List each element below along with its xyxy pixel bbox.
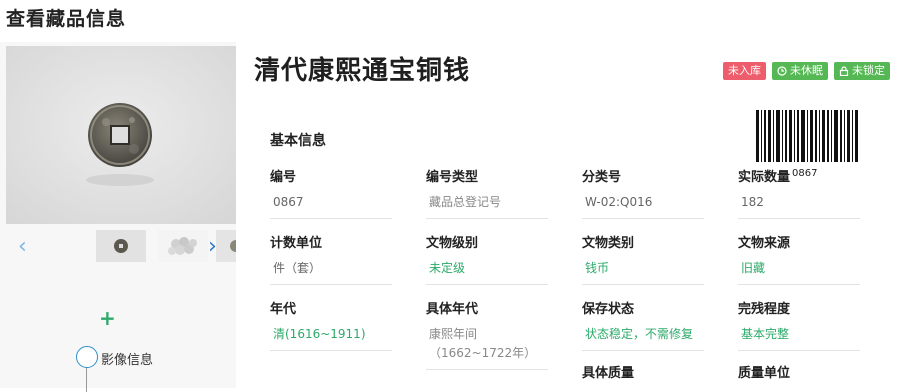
- field-value: 钱币: [582, 261, 704, 285]
- left-panel: ‹ › + 影像信息: [0, 42, 236, 392]
- field-label: 质量单位: [738, 366, 791, 381]
- page-title: 查看藏品信息: [6, 8, 127, 30]
- field-label: 编号: [270, 170, 297, 185]
- timeline-line: [86, 368, 87, 392]
- badge-label: 未休眠: [790, 64, 823, 77]
- badge-label: 未入库: [728, 64, 761, 77]
- field-completeness: 完残程度 基本完整: [738, 298, 860, 351]
- field-label: 年代: [270, 302, 297, 317]
- field-value: 旧藏: [738, 261, 860, 285]
- item-title: 清代康熙通宝铜钱: [254, 56, 471, 86]
- badge-label: 未锁定: [852, 64, 885, 77]
- thumbnail[interactable]: [158, 230, 208, 262]
- field-preservation: 保存状态 状态稳定，不需修复: [582, 298, 704, 351]
- clock-icon: [777, 66, 787, 76]
- field-value: 件（套）: [270, 261, 392, 285]
- field-value: 0867: [270, 195, 392, 219]
- field-label: 具体质量: [582, 366, 635, 381]
- coin-thumbnail-image: [216, 230, 236, 262]
- main-photo[interactable]: [6, 46, 236, 224]
- field-label: 保存状态: [582, 302, 635, 317]
- field-value: 未定级: [426, 261, 548, 285]
- field-relic-level: 文物级别 未定级: [426, 232, 548, 285]
- field-label: 编号类型: [426, 170, 479, 185]
- field-value: 藏品总登记号: [426, 195, 548, 219]
- coin-image: [6, 46, 236, 224]
- field-value: 状态稳定，不需修复: [582, 327, 704, 351]
- timeline-node-icon: [76, 346, 98, 368]
- basic-info-card: 基本信息 0867 编号 0867 编号类型 藏品总登记号 分类号 W-02:Q…: [238, 94, 898, 388]
- plus-icon[interactable]: +: [99, 308, 116, 328]
- field-number-type: 编号类型 藏品总登记号: [426, 166, 548, 219]
- field-count-unit: 计数单位 件（套）: [270, 232, 392, 285]
- field-number: 编号 0867: [270, 166, 392, 219]
- field-label: 文物级别: [426, 236, 479, 251]
- field-relic-source: 文物来源 旧藏: [738, 232, 860, 285]
- field-value: W-02:Q016: [582, 195, 704, 219]
- field-label: 分类号: [582, 170, 622, 185]
- field-label: 文物来源: [738, 236, 791, 251]
- field-value: 182: [738, 195, 860, 219]
- field-weight-unit: 质量单位: [738, 362, 860, 381]
- barcode-icon: [756, 110, 858, 162]
- field-label: 计数单位: [270, 236, 323, 251]
- field-label: 文物类别: [582, 236, 635, 251]
- field-value: 基本完整: [738, 327, 860, 351]
- field-label: 实际数量: [738, 170, 791, 185]
- status-badge-not-locked: 未锁定: [834, 62, 890, 80]
- thumbnail[interactable]: [96, 230, 146, 262]
- coin-thumbnail-image: [96, 230, 146, 262]
- field-relic-category: 文物类别 钱币: [582, 232, 704, 285]
- field-label: 完残程度: [738, 302, 791, 317]
- field-label: 具体年代: [426, 302, 479, 317]
- field-value-line: （1662~1722年）: [429, 346, 537, 360]
- field-quantity: 实际数量 182: [738, 166, 860, 219]
- field-value-line: 康熙年间: [429, 327, 478, 341]
- lock-icon: [839, 66, 849, 76]
- field-specific-era: 具体年代 康熙年间 （1662~1722年）: [426, 298, 548, 370]
- coin-thumbnail-image: [158, 230, 208, 262]
- section-title: 基本信息: [270, 133, 326, 149]
- chevron-left-icon[interactable]: ‹: [18, 236, 27, 258]
- thumbnail-strip: ‹ ›: [0, 228, 236, 268]
- barcode: 0867: [754, 110, 862, 179]
- status-badges: 未入库 未休眠 未锁定: [723, 62, 890, 80]
- status-badge-not-stored: 未入库: [723, 62, 766, 80]
- field-value: 清(1616~1911): [270, 327, 392, 351]
- field-era: 年代 清(1616~1911): [270, 298, 392, 351]
- main-panel: 清代康熙通宝铜钱 未入库 未休眠 未锁定 基本信息 0867 编号 0867 编…: [238, 42, 900, 388]
- thumbnail[interactable]: [216, 230, 236, 262]
- field-weight: 具体质量: [582, 362, 704, 381]
- status-badge-not-dormant: 未休眠: [772, 62, 828, 80]
- timeline-label[interactable]: 影像信息: [101, 349, 153, 368]
- field-classification: 分类号 W-02:Q016: [582, 166, 704, 219]
- field-value: 康熙年间 （1662~1722年）: [426, 327, 548, 370]
